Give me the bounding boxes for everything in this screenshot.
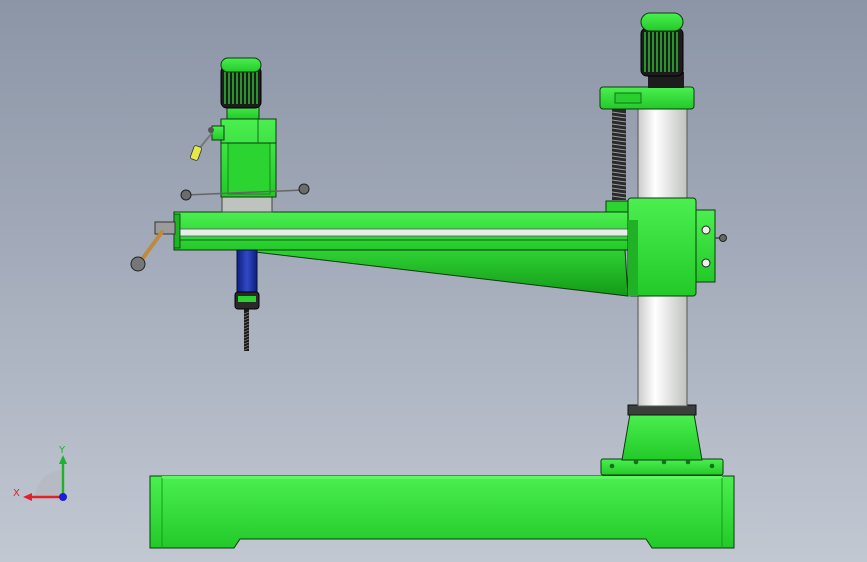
foot-bolt-icon: [609, 463, 615, 469]
x-axis-arrowhead-icon: [23, 493, 32, 501]
top-cap-plate[interactable]: [599, 86, 695, 110]
top-cap-inner: [614, 92, 642, 104]
radial-drill-model[interactable]: [0, 0, 867, 562]
column-upper[interactable]: [637, 107, 688, 201]
arm-rib[interactable]: [237, 249, 629, 297]
lift-screw[interactable]: [611, 108, 627, 200]
head-front-face: [227, 142, 271, 195]
spindle-quill[interactable]: [236, 249, 258, 295]
feed-lever-grip[interactable]: [190, 145, 202, 161]
base[interactable]: [149, 475, 735, 549]
graphics-viewport[interactable]: Y X: [0, 0, 867, 562]
arm-sleeve-body[interactable]: [627, 197, 697, 297]
arm-crank-lever[interactable]: [138, 230, 164, 264]
column-foot-cone[interactable]: [621, 413, 703, 461]
column-motor-fan-cap[interactable]: [640, 12, 684, 32]
foot-bolt-icon: [661, 459, 667, 465]
x-axis-label: X: [13, 488, 20, 499]
foot-bolt-icon: [633, 459, 639, 465]
clamp-knob-icon[interactable]: [719, 234, 727, 242]
y-axis-label: Y: [58, 445, 66, 456]
arm-sleeve[interactable]: [627, 197, 727, 297]
drill-head[interactable]: [180, 118, 310, 213]
arm-crank[interactable]: [130, 221, 176, 272]
triad-plane-icon: [35, 470, 63, 498]
column-foot[interactable]: [600, 404, 724, 476]
clamp-bolt-icon: [701, 258, 711, 268]
foot-bolt-icon: [685, 459, 691, 465]
feed-knob-icon[interactable]: [208, 127, 214, 133]
arm-sleeve-shadow: [628, 220, 638, 296]
column-motor[interactable]: [640, 12, 684, 88]
z-axis-dot-icon: [59, 493, 67, 501]
column-lower[interactable]: [637, 294, 688, 407]
arm-guide-rail: [173, 228, 633, 237]
arm-crank-ball-icon[interactable]: [130, 256, 146, 272]
head-motor[interactable]: [220, 57, 262, 120]
sleeve-clamp-plate[interactable]: [695, 209, 716, 283]
handwheel-ball-right-icon[interactable]: [298, 183, 310, 195]
handwheel-ball-left-icon[interactable]: [180, 189, 192, 201]
clamp-bolt-icon: [701, 225, 711, 235]
y-axis-arrowhead-icon: [59, 455, 67, 464]
arm-crank-hub: [154, 221, 176, 235]
foot-bolt-icon: [709, 463, 715, 469]
spindle[interactable]: [234, 249, 260, 351]
base-plate[interactable]: [149, 475, 735, 549]
head-side-housing[interactable]: [211, 125, 225, 141]
coordinate-triad: Y X: [13, 445, 67, 501]
head-motor-fan-cap[interactable]: [220, 57, 262, 73]
column-top-cap[interactable]: [599, 86, 695, 110]
base-top-face: [162, 476, 722, 479]
